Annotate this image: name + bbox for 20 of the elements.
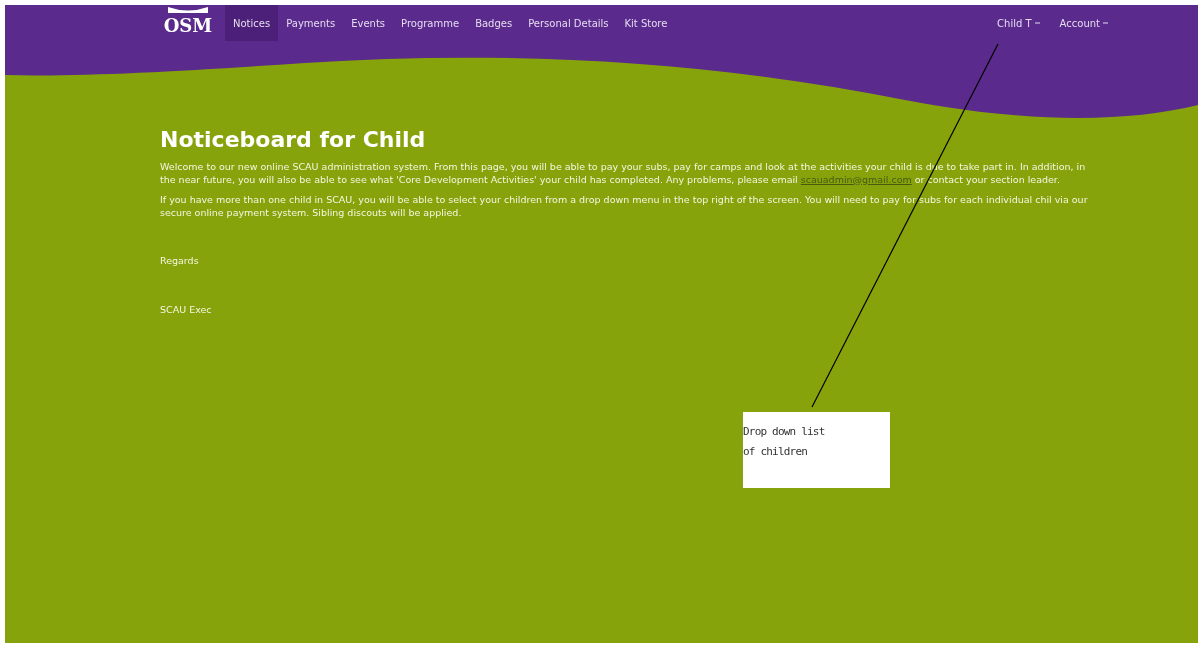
dropdown-menu[interactable]: Child T bbox=[997, 15, 1040, 31]
nav-tab[interactable]: Notices bbox=[225, 5, 279, 41]
nav-tab[interactable]: Payments bbox=[278, 5, 344, 41]
notice-paragraph: SCAU Exec bbox=[160, 303, 213, 316]
callout-text: of children bbox=[743, 444, 809, 460]
caret-icon bbox=[1103, 21, 1108, 25]
nav-tab[interactable]: Events bbox=[343, 5, 394, 41]
osm-logo[interactable]: OSM bbox=[163, 5, 213, 41]
callout-text: Drop down list bbox=[743, 424, 826, 440]
nav-tab[interactable]: Kit Store bbox=[616, 5, 676, 41]
notice-paragraph: Regards bbox=[160, 255, 200, 268]
logo-emblem-icon bbox=[166, 5, 210, 15]
nav-tab[interactable]: Badges bbox=[467, 5, 521, 41]
dropdown-menu[interactable]: Account bbox=[1059, 15, 1108, 31]
nav-tab[interactable]: Programme bbox=[393, 5, 468, 41]
notice-paragraph: If you have more than one child in SCAU, you will be able to select your children from a drop down menu in the top right of the screen. You will need to pay for subs for each individual chil via our secure online payment system. Sibling discouts will be applied. bbox=[160, 194, 1088, 219]
nav-tab[interactable]: Personal Details bbox=[520, 5, 617, 41]
logo-text: OSM bbox=[163, 15, 213, 37]
page-title: Noticeboard for Child bbox=[160, 126, 427, 154]
caret-icon bbox=[1034, 21, 1040, 25]
